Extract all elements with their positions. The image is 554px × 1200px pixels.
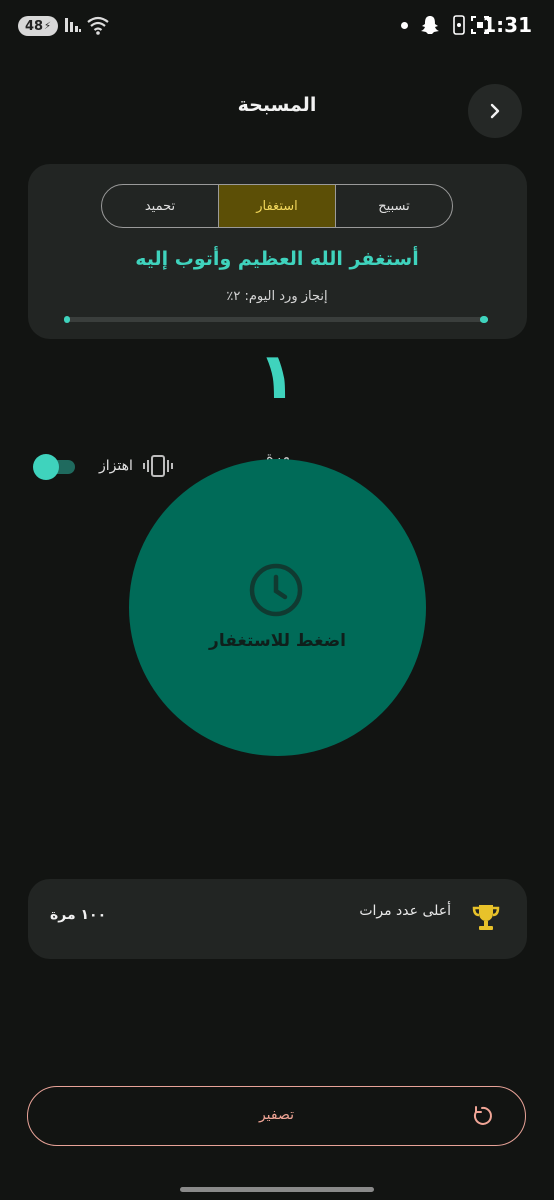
best-count-value: ١٠٠ مرة [50, 907, 107, 923]
progress-start-dot [64, 316, 70, 323]
chevron-right-icon [490, 103, 500, 119]
signal-icon [65, 18, 81, 32]
daily-progress-bar [66, 317, 488, 322]
reset-label: تصفير [258, 1107, 295, 1123]
tab-tasbeeh[interactable]: تسبيح [335, 185, 452, 227]
tab-istighfar[interactable]: استغفار [218, 185, 335, 227]
tap-counter-button[interactable]: اضغط للاستغفار [129, 459, 426, 756]
notification-icon [453, 15, 465, 35]
tab-tahmeed[interactable]: تحميد [102, 185, 218, 227]
vibration-toggle[interactable] [33, 454, 75, 480]
tap-label: اضغط للاستغفار [209, 631, 346, 651]
toggle-knob [33, 454, 59, 480]
vibration-label: اهتزاز [99, 458, 133, 474]
clock-icon [249, 563, 303, 617]
daily-progress-label: إنجاز ورد اليوم: ٢٪ [226, 289, 328, 304]
vibration-icon [143, 455, 173, 477]
wifi-icon [87, 16, 109, 35]
back-button[interactable] [468, 84, 522, 138]
notification-dot [401, 22, 408, 29]
best-count-label: أعلى عدد مرات [359, 903, 451, 919]
progress-end-dot [480, 316, 488, 323]
dhikr-type-tabs: تحميد استغفار تسبيح [101, 184, 453, 228]
battery-indicator: 48 ⚡ [18, 16, 58, 36]
snapchat-icon [421, 16, 439, 34]
reset-icon [473, 1106, 492, 1125]
battery-level: 48 [24, 18, 44, 34]
reset-button[interactable]: تصفير [27, 1086, 526, 1146]
home-indicator [180, 1187, 374, 1192]
best-count-card: أعلى عدد مرات ١٠٠ مرة [28, 879, 527, 959]
clock-time: 1:31 [482, 13, 532, 37]
dhikr-text: أستغفر الله العظيم وأتوب إليه [135, 248, 419, 270]
status-bar: 48 ⚡ 1:31 [0, 0, 554, 52]
counter-value: ١ [257, 340, 297, 414]
trophy-icon [472, 905, 500, 930]
